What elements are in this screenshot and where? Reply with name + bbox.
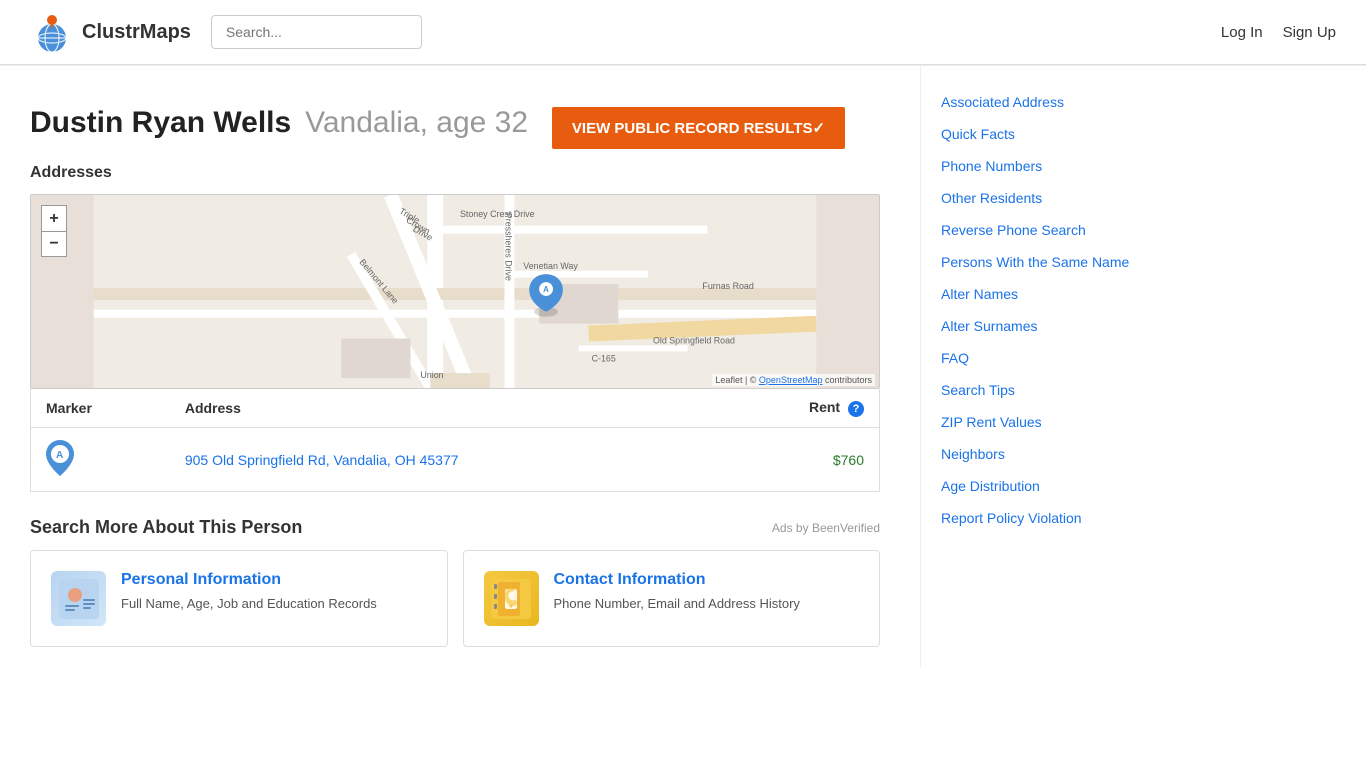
svg-text:Venetian Way: Venetian Way (523, 262, 578, 272)
sidebar-link-search-tips[interactable]: Search Tips (941, 382, 1015, 398)
address-cell: 905 Old Springfield Rd, Vandalia, OH 453… (170, 428, 724, 492)
logo-link[interactable]: ClustrMaps (30, 10, 191, 54)
sidebar-link-alter-surnames[interactable]: Alter Surnames (941, 318, 1037, 334)
sidebar-item-reverse-phone: Reverse Phone Search (941, 214, 1200, 246)
map-svg: Stoney Crest Drive Furnas Road Triple Cr… (31, 195, 879, 388)
personal-info-content: Personal Information Full Name, Age, Job… (121, 571, 377, 613)
view-record-button[interactable]: VIEW PUBLIC RECORD RESULTS✓ (552, 107, 845, 149)
site-header: ClustrMaps Log In Sign Up (0, 0, 1366, 65)
contact-info-desc: Phone Number, Email and Address History (554, 595, 800, 613)
search-more-title: Search More About This Person (30, 517, 302, 538)
page-container: Dustin Ryan Wells Vandalia, age 32 VIEW … (0, 66, 1366, 667)
sidebar-item-neighbors: Neighbors (941, 438, 1200, 470)
logo-text: ClustrMaps (82, 21, 191, 44)
marker-col-header: Marker (31, 389, 170, 428)
signup-link[interactable]: Sign Up (1283, 24, 1336, 41)
svg-text:Pressheres Drive: Pressheres Drive (503, 213, 513, 281)
map-zoom-controls: + − (41, 205, 67, 257)
sidebar-link-faq[interactable]: FAQ (941, 350, 969, 366)
contact-info-content: Contact Information Phone Number, Email … (554, 571, 800, 613)
search-more-header: Search More About This Person Ads by Bee… (30, 517, 880, 538)
svg-text:A: A (543, 285, 549, 294)
address-table: Marker Address Rent ? (30, 389, 880, 492)
sidebar-item-other-residents: Other Residents (941, 182, 1200, 214)
header-nav: Log In Sign Up (1221, 24, 1336, 41)
sidebar-item-alter-names: Alter Names (941, 278, 1200, 310)
sidebar-item-age-distribution: Age Distribution (941, 470, 1200, 502)
zoom-in-button[interactable]: + (41, 205, 67, 231)
contact-info-card[interactable]: Contact Information Phone Number, Email … (463, 550, 881, 647)
rent-value: $760 (833, 452, 864, 468)
sidebar-item-phone-numbers: Phone Numbers (941, 150, 1200, 182)
marker-icon: A (46, 440, 74, 476)
svg-text:Union: Union (420, 370, 443, 380)
personal-info-desc: Full Name, Age, Job and Education Record… (121, 595, 377, 613)
svg-text:Old Springfield Road: Old Springfield Road (653, 336, 735, 346)
sidebar-link-persons-same-name[interactable]: Persons With the Same Name (941, 254, 1129, 270)
address-col-header: Address (170, 389, 724, 428)
sidebar-link-other-residents[interactable]: Other Residents (941, 190, 1042, 206)
rent-col-header: Rent ? (724, 389, 880, 428)
page-title-area: Dustin Ryan Wells Vandalia, age 32 VIEW … (30, 86, 880, 164)
sidebar-nav: Associated Address Quick Facts Phone Num… (941, 86, 1200, 534)
address-link[interactable]: 905 Old Springfield Rd, Vandalia, OH 453… (185, 452, 459, 468)
personal-info-card[interactable]: Personal Information Full Name, Age, Job… (30, 550, 448, 647)
phone-icon (491, 579, 531, 619)
sidebar-item-faq: FAQ (941, 342, 1200, 374)
addresses-section-title: Addresses (30, 164, 880, 182)
person-icon (59, 579, 99, 619)
svg-text:A: A (56, 450, 63, 461)
sidebar-item-zip-rent: ZIP Rent Values (941, 406, 1200, 438)
personal-info-icon (51, 571, 106, 626)
osm-link[interactable]: OpenStreetMap (759, 375, 823, 385)
map-container: + − (30, 194, 880, 389)
sidebar: Associated Address Quick Facts Phone Num… (920, 66, 1200, 667)
rent-cell: $760 (724, 428, 880, 492)
ads-label: Ads by BeenVerified (772, 521, 880, 535)
addresses-section: Addresses + − (30, 164, 880, 492)
map-attribution: Leaflet | © OpenStreetMap contributors (712, 374, 875, 386)
sidebar-link-age-distribution[interactable]: Age Distribution (941, 478, 1040, 494)
svg-text:Furnas Road: Furnas Road (702, 281, 753, 291)
sidebar-link-reverse-phone[interactable]: Reverse Phone Search (941, 222, 1086, 238)
sidebar-item-associated-address: Associated Address (941, 86, 1200, 118)
svg-text:C-165: C-165 (592, 354, 616, 364)
sidebar-link-alter-names[interactable]: Alter Names (941, 286, 1018, 302)
sidebar-link-neighbors[interactable]: Neighbors (941, 446, 1005, 462)
sidebar-link-report-policy[interactable]: Report Policy Violation (941, 510, 1082, 526)
contact-info-icon (484, 571, 539, 626)
table-row: A 905 Old Springfield Rd, Vandalia, OH 4… (31, 428, 880, 492)
cards-row: Personal Information Full Name, Age, Job… (30, 550, 880, 647)
logo-globe-icon (30, 10, 74, 54)
main-content: Dustin Ryan Wells Vandalia, age 32 VIEW … (30, 66, 900, 667)
contact-info-title: Contact Information (554, 571, 800, 589)
sidebar-item-alter-surnames: Alter Surnames (941, 310, 1200, 342)
person-meta: Vandalia, age 32 (305, 106, 528, 139)
sidebar-link-associated-address[interactable]: Associated Address (941, 94, 1064, 110)
person-name: Dustin Ryan Wells (30, 106, 291, 139)
svg-text:Stoney Crest Drive: Stoney Crest Drive (460, 209, 535, 219)
login-link[interactable]: Log In (1221, 24, 1263, 41)
personal-info-title: Personal Information (121, 571, 377, 589)
sidebar-item-persons-same-name: Persons With the Same Name (941, 246, 1200, 278)
sidebar-link-zip-rent[interactable]: ZIP Rent Values (941, 414, 1042, 430)
sidebar-item-quick-facts: Quick Facts (941, 118, 1200, 150)
marker-cell: A (31, 428, 170, 492)
sidebar-link-quick-facts[interactable]: Quick Facts (941, 126, 1015, 142)
zoom-out-button[interactable]: − (41, 231, 67, 257)
rent-help-icon[interactable]: ? (848, 401, 864, 417)
sidebar-item-search-tips: Search Tips (941, 374, 1200, 406)
sidebar-link-phone-numbers[interactable]: Phone Numbers (941, 158, 1042, 174)
search-input[interactable] (211, 15, 422, 49)
sidebar-item-report-policy: Report Policy Violation (941, 502, 1200, 534)
